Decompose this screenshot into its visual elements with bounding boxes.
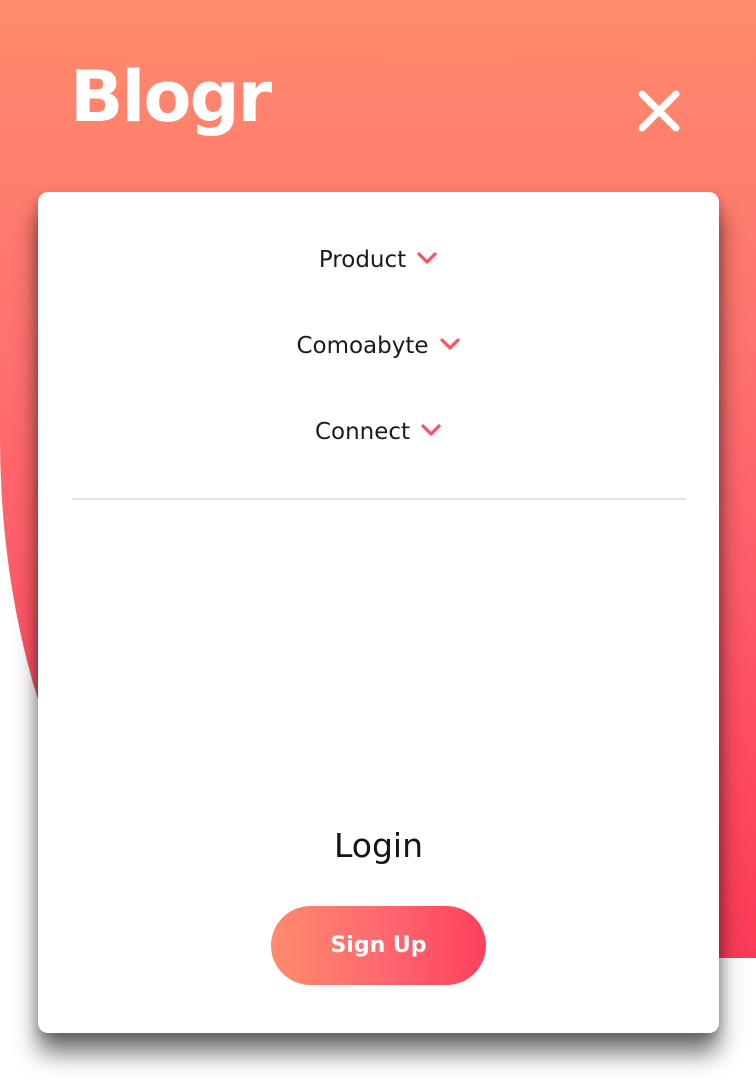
chevron-down-icon bbox=[417, 252, 437, 264]
chevron-down-icon bbox=[421, 424, 441, 436]
nav-item-product[interactable]: Product bbox=[38, 240, 719, 280]
login-link[interactable]: Login bbox=[38, 826, 719, 865]
logo[interactable]: Blogr bbox=[70, 62, 272, 132]
mobile-menu-card: Product Comoabyte Connect Login Sign Up bbox=[38, 192, 719, 1033]
nav-item-comoabyte[interactable]: Comoabyte bbox=[38, 326, 719, 366]
close-icon bbox=[638, 90, 680, 132]
sign-up-button[interactable]: Sign Up bbox=[271, 906, 486, 985]
chevron-down-icon bbox=[439, 338, 460, 350]
menu-divider bbox=[72, 498, 686, 500]
close-menu-button[interactable] bbox=[636, 88, 682, 134]
mobile-menu-screen: Blogr Product Comoabyte Connect Login Si… bbox=[0, 0, 756, 1078]
nav-item-label: Comoabyte bbox=[296, 333, 429, 359]
nav-item-connect[interactable]: Connect bbox=[38, 412, 719, 452]
nav-item-label: Connect bbox=[314, 419, 411, 445]
nav-item-label: Product bbox=[318, 247, 407, 273]
header: Blogr bbox=[0, 0, 756, 190]
